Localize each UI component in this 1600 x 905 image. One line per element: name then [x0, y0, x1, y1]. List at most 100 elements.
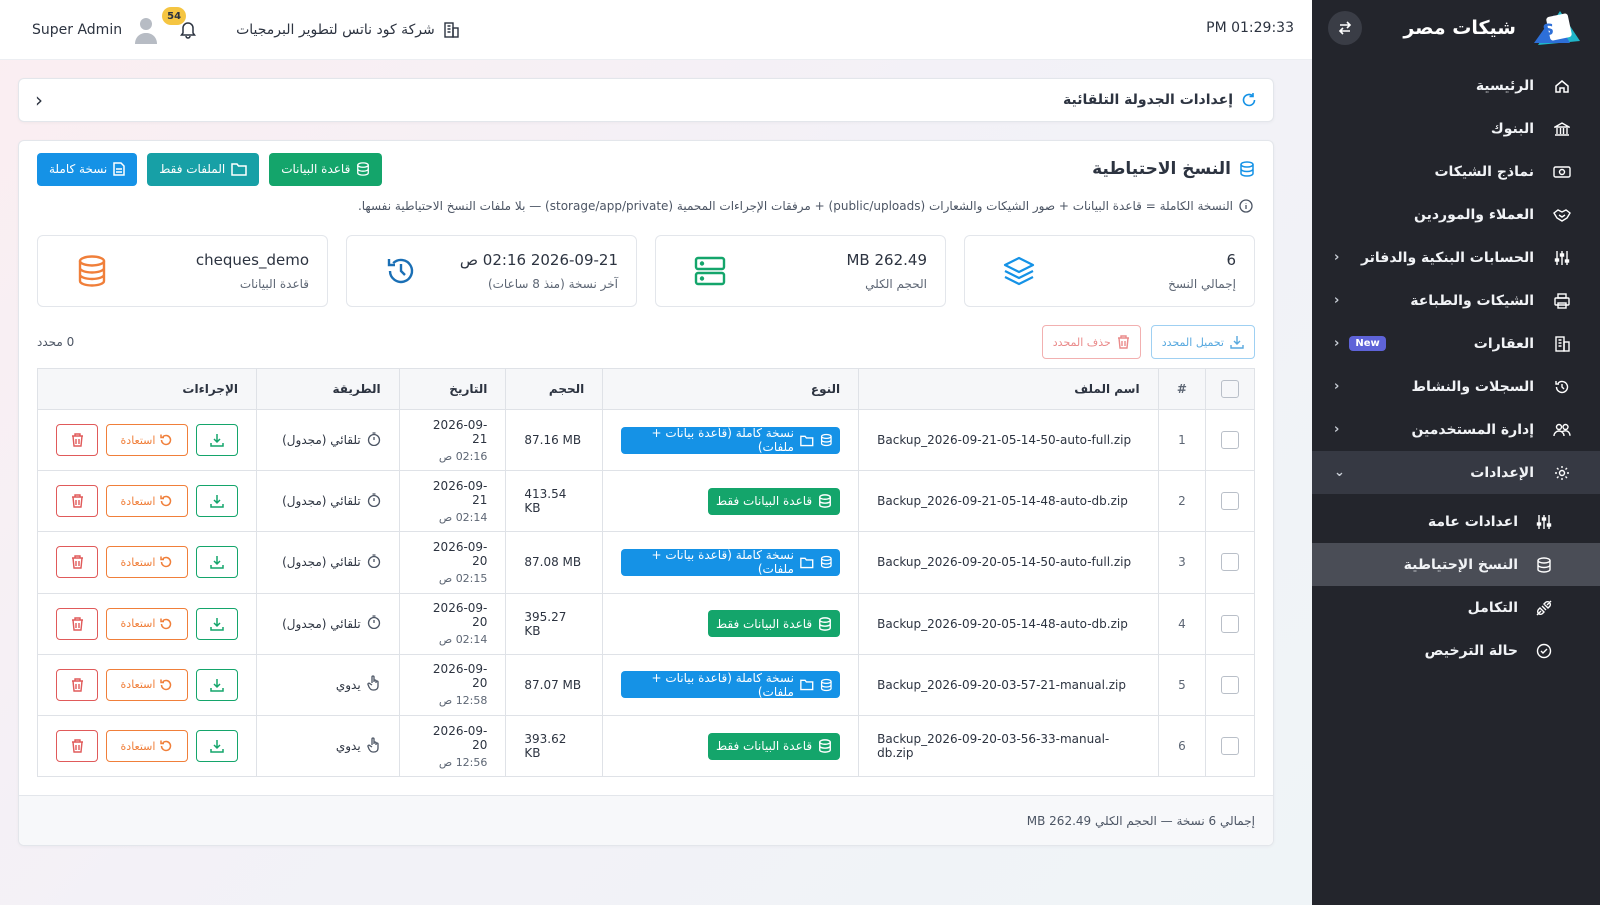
button-label: تحميل المحدد: [1161, 335, 1224, 349]
cash-icon: [1552, 162, 1572, 182]
chevron-left-icon: ‹: [1334, 293, 1340, 308]
delete-button[interactable]: [56, 730, 98, 763]
database-icon: [1534, 555, 1554, 575]
restore-icon: [160, 495, 172, 507]
backup-date: 2026-09-21: [432, 417, 488, 446]
download-button[interactable]: [196, 424, 238, 457]
timer-icon: [367, 431, 381, 449]
backup-time: 12:56 ص: [438, 755, 488, 769]
download-button[interactable]: [196, 485, 238, 518]
delete-button[interactable]: [56, 424, 98, 457]
restore-button[interactable]: استعادة: [106, 424, 188, 457]
row-checkbox[interactable]: [1221, 675, 1240, 694]
method-label: يدوي: [335, 677, 361, 692]
sidebar-item-banks[interactable]: البنوك: [1312, 107, 1600, 150]
sidebar-subitem-backups[interactable]: النسخ الإحتياطية: [1312, 543, 1600, 586]
building-icon: [444, 22, 459, 38]
timer-icon: [367, 493, 381, 510]
handshake-icon: [1552, 205, 1572, 225]
row-checkbox[interactable]: [1221, 737, 1240, 756]
table-row: 4 Backup_2026-09-20-05-14-48-auto-db.zip…: [37, 592, 1255, 655]
delete-selected-button[interactable]: حذف المحدد: [1041, 325, 1141, 359]
printer-icon: [1552, 291, 1572, 311]
row-number: 1: [1157, 408, 1207, 472]
method-label: تلقائي (مجدول): [282, 555, 361, 570]
sidebar-item-logs[interactable]: السجلات والنشاط ‹: [1312, 365, 1600, 408]
folder-icon: [800, 557, 814, 569]
row-checkbox[interactable]: [1221, 431, 1240, 450]
download-button[interactable]: [196, 546, 238, 579]
date-cell: 2026-09-21 02:16 ص: [398, 408, 507, 472]
type-cell: قاعدة البيانات فقط: [602, 714, 860, 778]
sidebar-subitem-license[interactable]: حالة الترخيص: [1312, 629, 1600, 672]
sidebar-item-label: العملاء والموردين: [1413, 206, 1534, 223]
select-all-checkbox[interactable]: [1221, 380, 1240, 398]
sidebar-item-home[interactable]: الرئيسية: [1312, 64, 1600, 107]
restore-button[interactable]: استعادة: [106, 668, 188, 701]
history-icon: [1552, 377, 1572, 397]
notifications-button[interactable]: 54: [162, 7, 200, 41]
backup-database-button[interactable]: قاعدة البيانات: [269, 152, 383, 186]
row-checkbox[interactable]: [1221, 492, 1240, 511]
stat-label: قاعدة البيانات: [239, 277, 309, 291]
server-icon: [690, 251, 730, 291]
sidebar-item-settings[interactable]: الإعدادات ⌄: [1312, 451, 1600, 494]
sidebar-item-label: نماذج الشيكات: [1434, 163, 1534, 180]
download-button[interactable]: [196, 668, 238, 701]
backup-date: 2026-09-20: [432, 601, 488, 630]
folder-icon: [231, 163, 247, 176]
sidebar-item-users[interactable]: إدارة المستخدمين ‹: [1312, 408, 1600, 451]
topbar: PM 01:29:33 Super Admin 54 شركة كود ناتس…: [0, 0, 1312, 60]
sidebar-item-cheques[interactable]: الشيكات والطباعة ‹: [1312, 279, 1600, 322]
sidebar-item-cheque-templates[interactable]: نماذج الشيكات: [1312, 150, 1600, 193]
database-icon: [72, 251, 112, 291]
backup-time: 02:16 ص: [438, 449, 488, 463]
actions-cell: استعادة: [37, 592, 257, 655]
delete-button[interactable]: [56, 607, 98, 640]
actions-cell: استعادة: [37, 714, 257, 778]
sidebar-subitem-integration[interactable]: التكامل: [1312, 586, 1600, 629]
company-selector[interactable]: شركة كود ناتس لتطوير البرمجيات: [236, 22, 459, 38]
sidebar-toggle-button[interactable]: [1328, 11, 1362, 45]
stat-label: آخر نسخة (منذ 8 ساعات): [487, 277, 618, 291]
restore-button[interactable]: استعادة: [106, 546, 188, 579]
file-name: Backup_2026-09-20-05-14-48-auto-db.zip: [858, 592, 1159, 655]
database-icon: [357, 162, 370, 176]
backup-full-button[interactable]: نسخة كاملة: [37, 152, 138, 186]
chevron-left-icon: ‹: [1334, 250, 1340, 265]
download-selected-button[interactable]: تحميل المحدد: [1150, 325, 1255, 359]
row-checkbox[interactable]: [1221, 553, 1240, 572]
sidebar-item-real-estate[interactable]: العقارات New ‹: [1312, 322, 1600, 365]
delete-button[interactable]: [56, 485, 98, 518]
avatar[interactable]: [132, 15, 160, 45]
row-number: 3: [1157, 531, 1207, 594]
company-name: شركة كود ناتس لتطوير البرمجيات: [236, 22, 435, 38]
row-checkbox[interactable]: [1221, 614, 1240, 633]
svg-text:S: S: [1542, 20, 1554, 39]
row-select-cell: [1205, 592, 1255, 655]
brand: S شيكات مصر: [1312, 0, 1600, 56]
sidebar-item-customers[interactable]: العملاء والموردين: [1312, 193, 1600, 236]
restore-button[interactable]: استعادة: [106, 730, 188, 763]
backup-files-button[interactable]: الملفات فقط: [147, 152, 260, 186]
sidebar-item-bank-accounts[interactable]: الحسابات البنكية والدفاتر ‹: [1312, 236, 1600, 279]
file-name: Backup_2026-09-20-03-56-33-manual-db.zip: [858, 714, 1159, 778]
sidebar-subitem-general-settings[interactable]: اعدادات عامة: [1312, 500, 1600, 543]
trash-icon: [71, 678, 83, 692]
restore-button[interactable]: استعادة: [106, 485, 188, 518]
restore-button[interactable]: استعادة: [106, 607, 188, 640]
download-button[interactable]: [196, 607, 238, 640]
trash-icon: [71, 494, 83, 508]
database-icon: [1240, 161, 1254, 177]
user-name[interactable]: Super Admin: [32, 22, 122, 38]
method-cell: يدوي: [256, 653, 400, 716]
delete-button[interactable]: [56, 546, 98, 579]
download-button[interactable]: [196, 730, 238, 763]
delete-button[interactable]: [56, 668, 98, 701]
breadcrumb-title[interactable]: إعدادات الجدولة التلقائية: [43, 92, 1233, 108]
type-label: قاعدة البيانات فقط: [715, 494, 813, 509]
type-label: قاعدة البيانات فقط: [715, 616, 813, 631]
download-icon: [210, 434, 224, 447]
chevron-left-icon[interactable]: ‹: [35, 88, 43, 112]
backup-date: 2026-09-20: [432, 662, 488, 691]
